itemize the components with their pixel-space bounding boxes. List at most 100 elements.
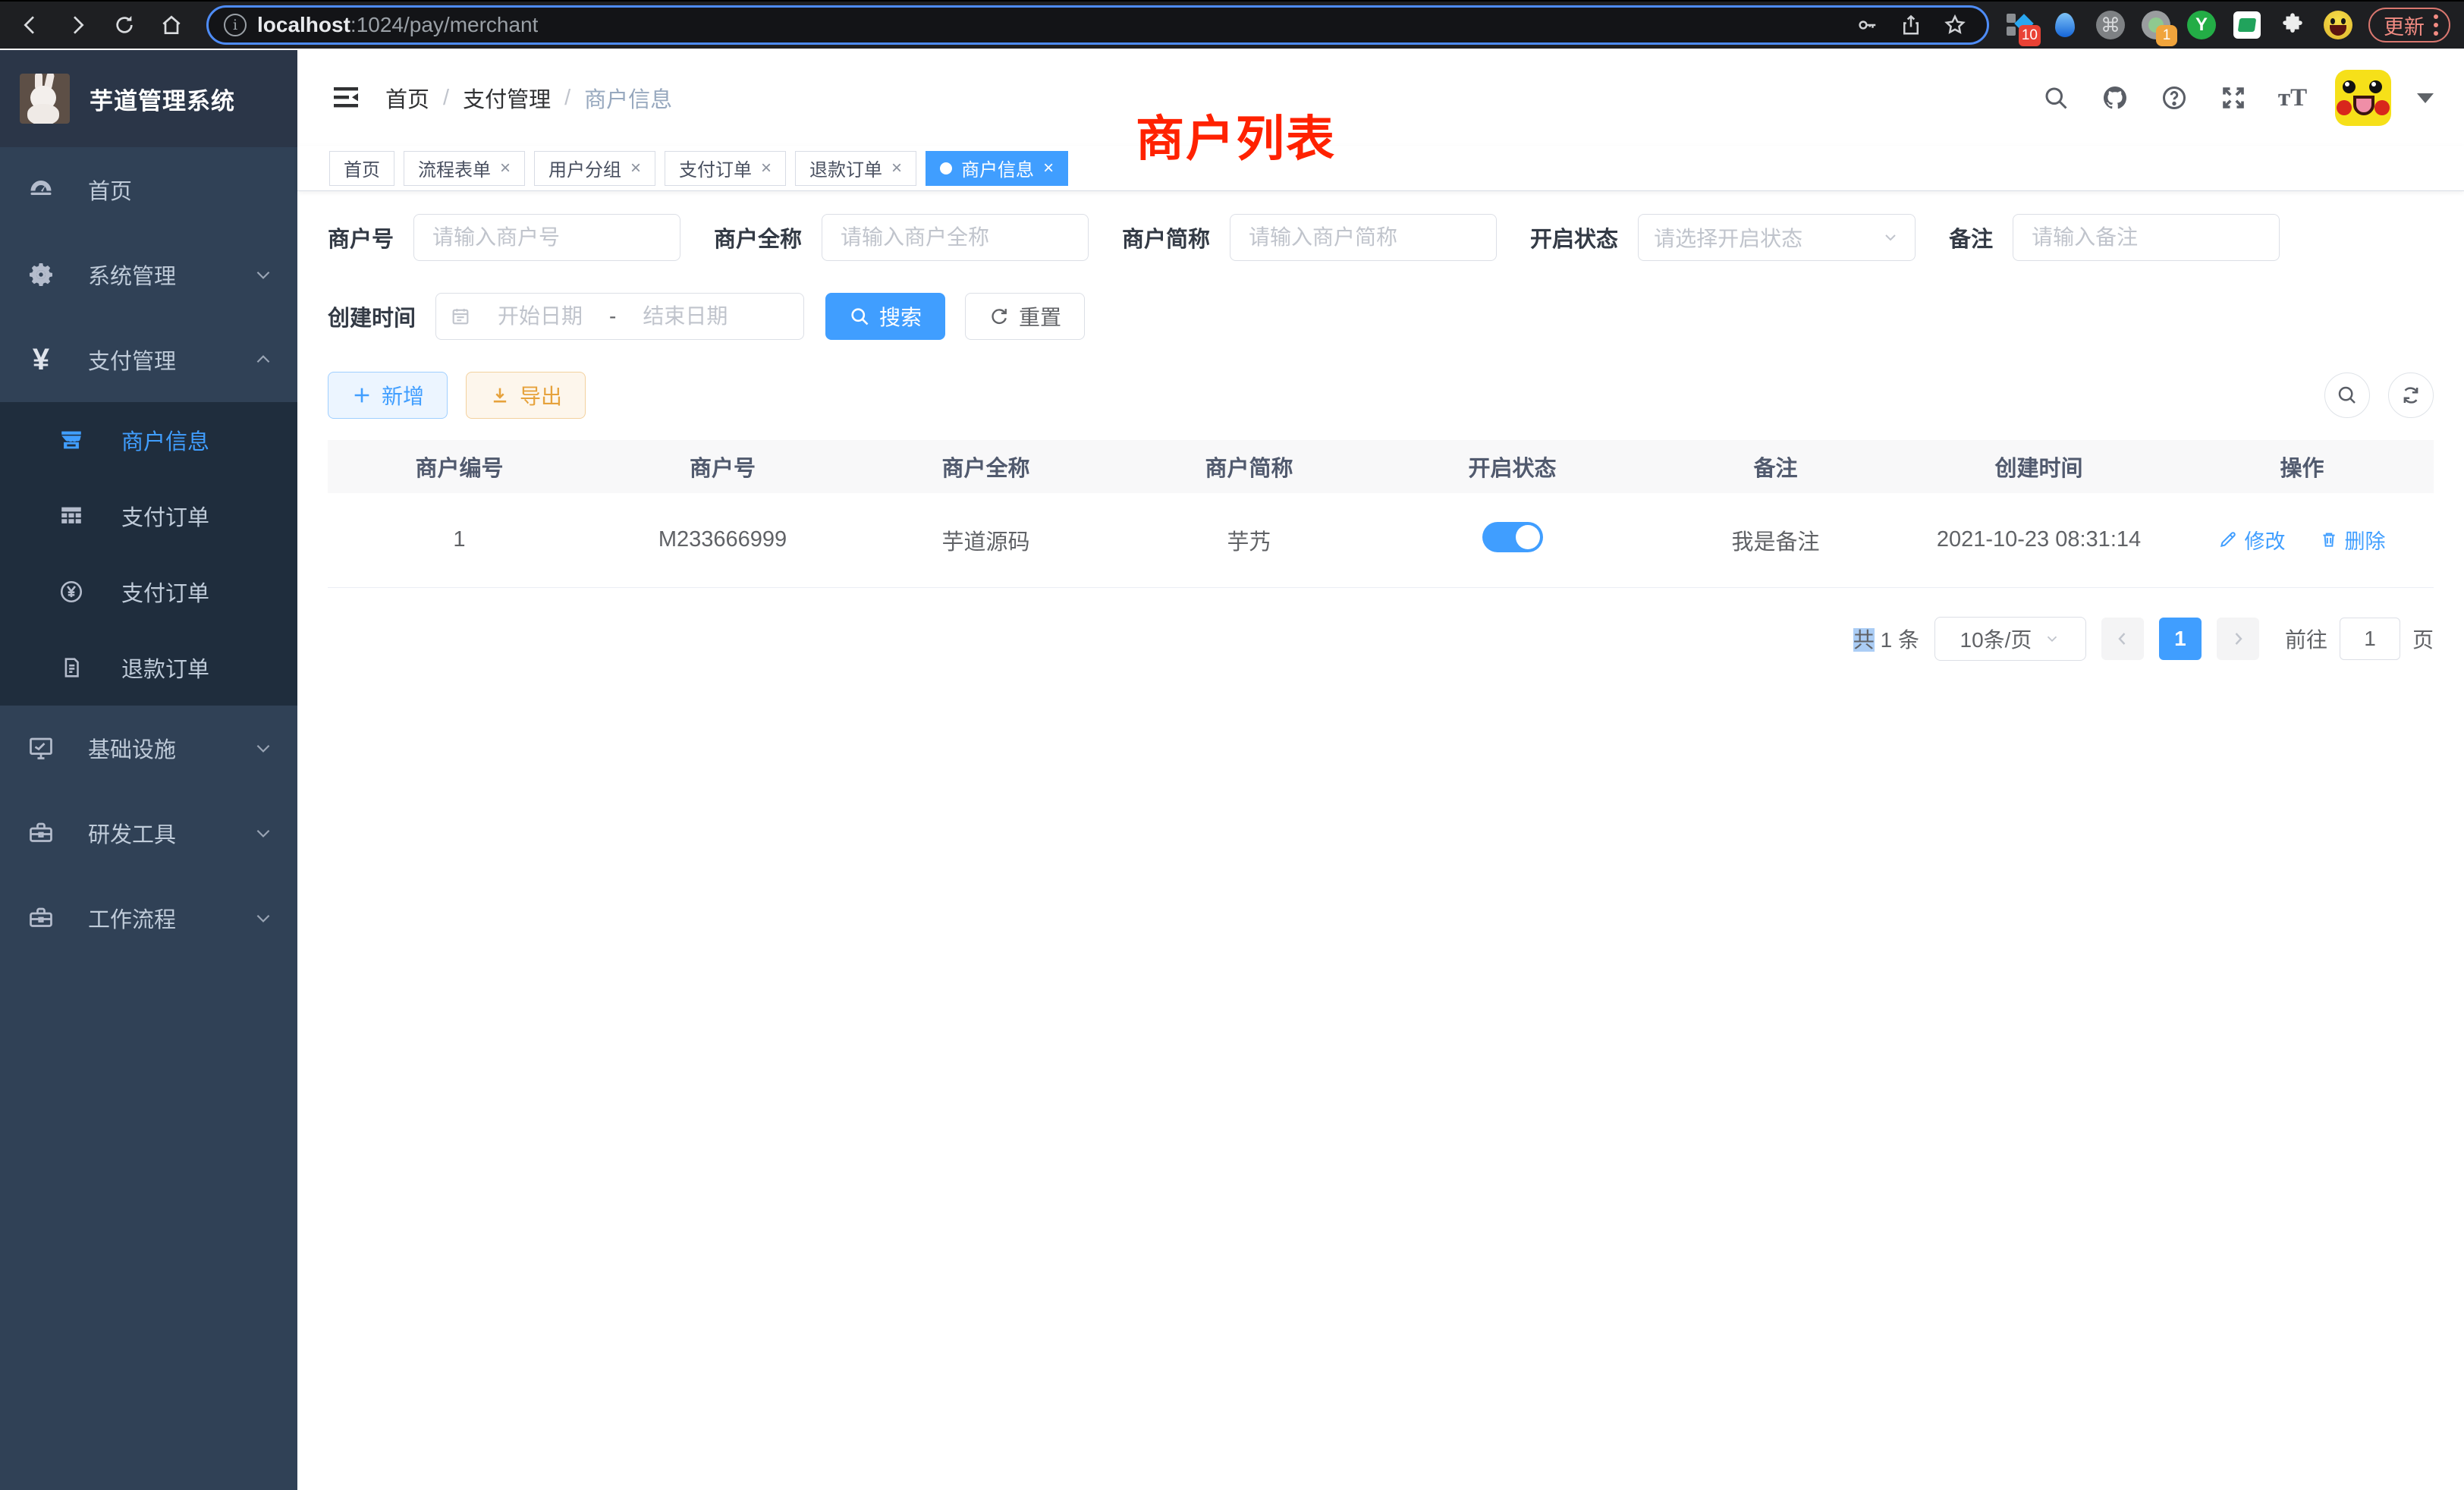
close-icon[interactable]: × [1043, 159, 1054, 178]
start-date-input[interactable] [483, 304, 597, 328]
breadcrumb: 首页 / 支付管理 / 商户信息 [385, 82, 672, 114]
screen: i localhost:1024/pay/merchant 10 ⌘ [0, 0, 2464, 1490]
merchant-no-input[interactable] [413, 214, 680, 261]
sidebar-item-merchant-info[interactable]: 商户信息 [0, 402, 297, 478]
add-button[interactable]: 新增 [328, 372, 448, 419]
close-icon[interactable]: × [630, 159, 641, 178]
status-select[interactable]: 请选择开启状态 [1638, 214, 1916, 261]
browser-back-button[interactable] [11, 5, 50, 45]
tab-merchant-info[interactable]: 商户信息 × [926, 151, 1068, 186]
delete-link[interactable]: 删除 [2319, 525, 2386, 555]
sidebar-logo[interactable]: 芋道管理系统 [0, 50, 297, 147]
total-suffix: 条 [1898, 628, 1919, 652]
chevron-down-icon [253, 738, 273, 758]
current-page-button[interactable]: 1 [2159, 618, 2202, 660]
sidebar-item-refund-order[interactable]: 退款订单 [0, 630, 297, 706]
edit-link[interactable]: 修改 [2218, 525, 2285, 555]
extension-recorder-icon[interactable]: 1 [2141, 10, 2171, 40]
url-path: :1024/pay/merchant [350, 13, 539, 36]
document-icon [55, 655, 88, 681]
active-tab-dot [940, 162, 952, 174]
font-size-icon[interactable]: ᴛT [2276, 81, 2309, 115]
sidebar-item-app-info[interactable]: 支付订单 [0, 478, 297, 554]
sidebar-item-dev-tools[interactable]: 研发工具 [0, 791, 297, 875]
sidebar-item-home[interactable]: 首页 [0, 147, 297, 232]
page-size-value: 10条/页 [1960, 624, 2032, 654]
search-button[interactable]: 搜索 [825, 293, 945, 340]
sidebar-item-pay[interactable]: ¥ 支付管理 [0, 317, 297, 402]
share-icon[interactable] [1894, 8, 1928, 42]
search-icon[interactable] [2039, 81, 2073, 115]
chevron-up-icon [253, 350, 273, 369]
status-toggle[interactable] [1482, 522, 1543, 552]
col-remark: 备注 [1644, 440, 1907, 493]
page-info-icon[interactable]: i [224, 14, 247, 36]
collapse-sidebar-icon[interactable] [328, 80, 364, 116]
tab-home[interactable]: 首页 [329, 151, 394, 186]
next-page-button[interactable] [2217, 618, 2259, 660]
browser-update-button[interactable]: 更新 [2368, 8, 2450, 42]
close-icon[interactable]: × [500, 159, 511, 178]
sidebar-item-label: 基础设施 [88, 732, 253, 764]
tab-label: 首页 [344, 155, 380, 181]
sidebar-item-system[interactable]: 系统管理 [0, 232, 297, 317]
extensions-puzzle-icon[interactable] [2277, 10, 2308, 40]
extension-badge-10: 10 [2019, 25, 2041, 46]
fullscreen-icon[interactable] [2217, 81, 2250, 115]
address-bar[interactable]: i localhost:1024/pay/merchant [206, 5, 1989, 45]
help-icon[interactable] [2158, 81, 2191, 115]
sidebar-item-label: 工作流程 [88, 902, 253, 934]
page-size-select[interactable]: 10条/页 [1934, 617, 2086, 661]
sidebar-item-infra[interactable]: 基础设施 [0, 706, 297, 791]
reset-button-label: 重置 [1019, 301, 1061, 332]
tab-label: 退款订单 [809, 155, 882, 181]
sidebar-item-label: 研发工具 [88, 817, 253, 849]
breadcrumb-pay[interactable]: 支付管理 [463, 82, 551, 114]
profile-emoji-icon[interactable] [2323, 10, 2353, 40]
close-icon[interactable]: × [761, 159, 772, 178]
bookmark-star-icon[interactable] [1938, 8, 1972, 42]
prev-page-button[interactable] [2101, 618, 2144, 660]
browser-reload-button[interactable] [105, 5, 144, 45]
cell-create-time: 2021-10-23 08:31:14 [1907, 493, 2170, 587]
create-time-range-picker[interactable]: - [435, 293, 804, 340]
avatar-dropdown-caret-icon[interactable] [2417, 93, 2434, 103]
tab-pay-order[interactable]: 支付订单 × [665, 151, 786, 186]
total-prefix: 共 [1853, 628, 1875, 652]
extension-balloon-icon[interactable] [2050, 10, 2080, 40]
end-date-input[interactable] [628, 304, 742, 328]
sidebar-item-label: 支付订单 [121, 500, 209, 532]
tab-refund-order[interactable]: 退款订单 × [795, 151, 916, 186]
browser-menu-icon[interactable] [2434, 14, 2438, 36]
refresh-button[interactable] [2388, 372, 2434, 418]
extension-y-icon[interactable]: Y [2186, 10, 2217, 40]
remark-input[interactable] [2013, 214, 2280, 261]
tab-process-form[interactable]: 流程表单 × [404, 151, 525, 186]
reset-button[interactable]: 重置 [965, 293, 1085, 340]
user-avatar[interactable] [2335, 70, 2391, 126]
goto-page-input[interactable] [2340, 618, 2400, 660]
extension-command-icon[interactable]: ⌘ [2095, 10, 2126, 40]
merchant-short-input[interactable] [1230, 214, 1497, 261]
toggle-knob [1516, 525, 1540, 549]
chevron-down-icon [253, 908, 273, 928]
sidebar-item-workflow[interactable]: 工作流程 [0, 875, 297, 960]
browser-home-button[interactable] [152, 5, 191, 45]
close-icon[interactable]: × [891, 159, 902, 178]
pagination-total: 共 1 条 [1853, 624, 1919, 654]
url-text: localhost:1024/pay/merchant [257, 13, 538, 37]
browser-forward-button[interactable] [58, 5, 97, 45]
extension-notes-icon[interactable] [2232, 10, 2262, 40]
password-key-icon[interactable] [1850, 8, 1884, 42]
tab-user-group[interactable]: 用户分组 × [534, 151, 655, 186]
toggle-search-button[interactable] [2324, 372, 2370, 418]
merchant-name-input[interactable] [822, 214, 1089, 261]
merchant-no-label: 商户号 [328, 222, 394, 253]
extension-dice-icon[interactable]: 10 [2004, 10, 2035, 40]
github-icon[interactable] [2098, 81, 2132, 115]
search-button-label: 搜索 [879, 301, 922, 332]
breadcrumb-home[interactable]: 首页 [385, 82, 429, 114]
sidebar-item-label: 支付管理 [88, 344, 253, 376]
export-button[interactable]: 导出 [466, 372, 586, 419]
sidebar-item-pay-order[interactable]: 支付订单 支付订单 支付订单 [0, 554, 297, 630]
